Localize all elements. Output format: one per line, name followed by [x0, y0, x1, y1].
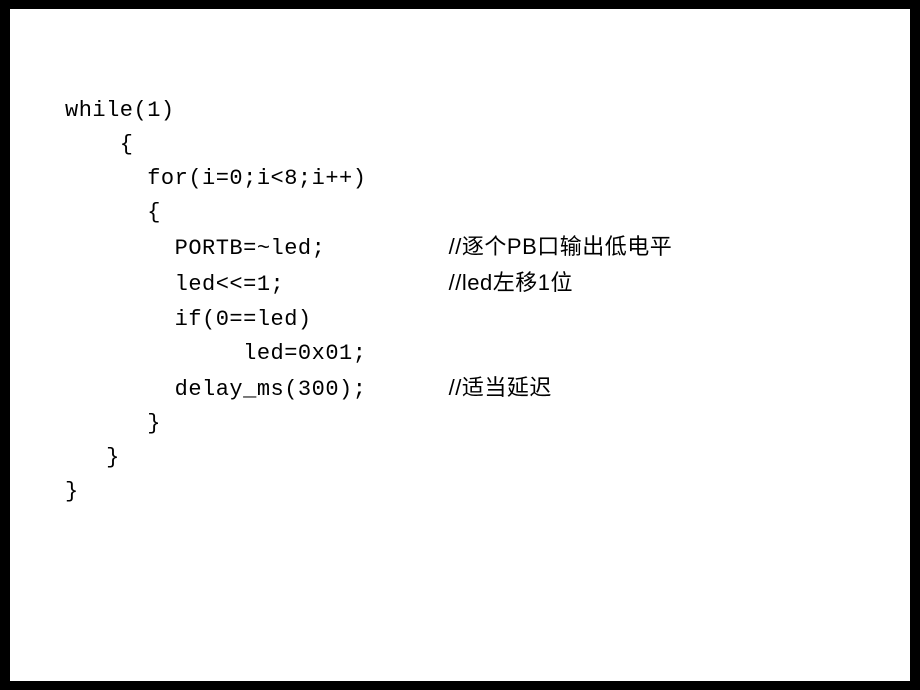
slide-container: while(1) { for(i=0;i<8;i++) { PORTB=~led… — [10, 9, 910, 681]
code-line-11: } — [65, 445, 120, 470]
code-line-9-comment: //适当延迟 — [449, 375, 552, 400]
code-line-8: led=0x01; — [65, 341, 366, 366]
code-line-10: } — [65, 411, 161, 436]
code-line-5-code: PORTB=~led; — [65, 236, 325, 261]
code-line-4: { — [65, 200, 161, 225]
code-line-5-comment: //逐个PB口输出低电平 — [449, 234, 673, 259]
code-line-7: if(0==led) — [65, 307, 312, 332]
code-line-2: { — [65, 132, 134, 157]
code-line-1: while(1) — [65, 98, 175, 123]
code-block: while(1) { for(i=0;i<8;i++) { PORTB=~led… — [65, 94, 910, 509]
code-line-6-code: led<<=1; — [65, 272, 284, 297]
code-line-9-code: delay_ms(300); — [65, 377, 366, 402]
code-line-3: for(i=0;i<8;i++) — [65, 166, 366, 191]
code-line-12: } — [65, 479, 79, 504]
code-line-6-comment: //led左移1位 — [449, 270, 573, 295]
